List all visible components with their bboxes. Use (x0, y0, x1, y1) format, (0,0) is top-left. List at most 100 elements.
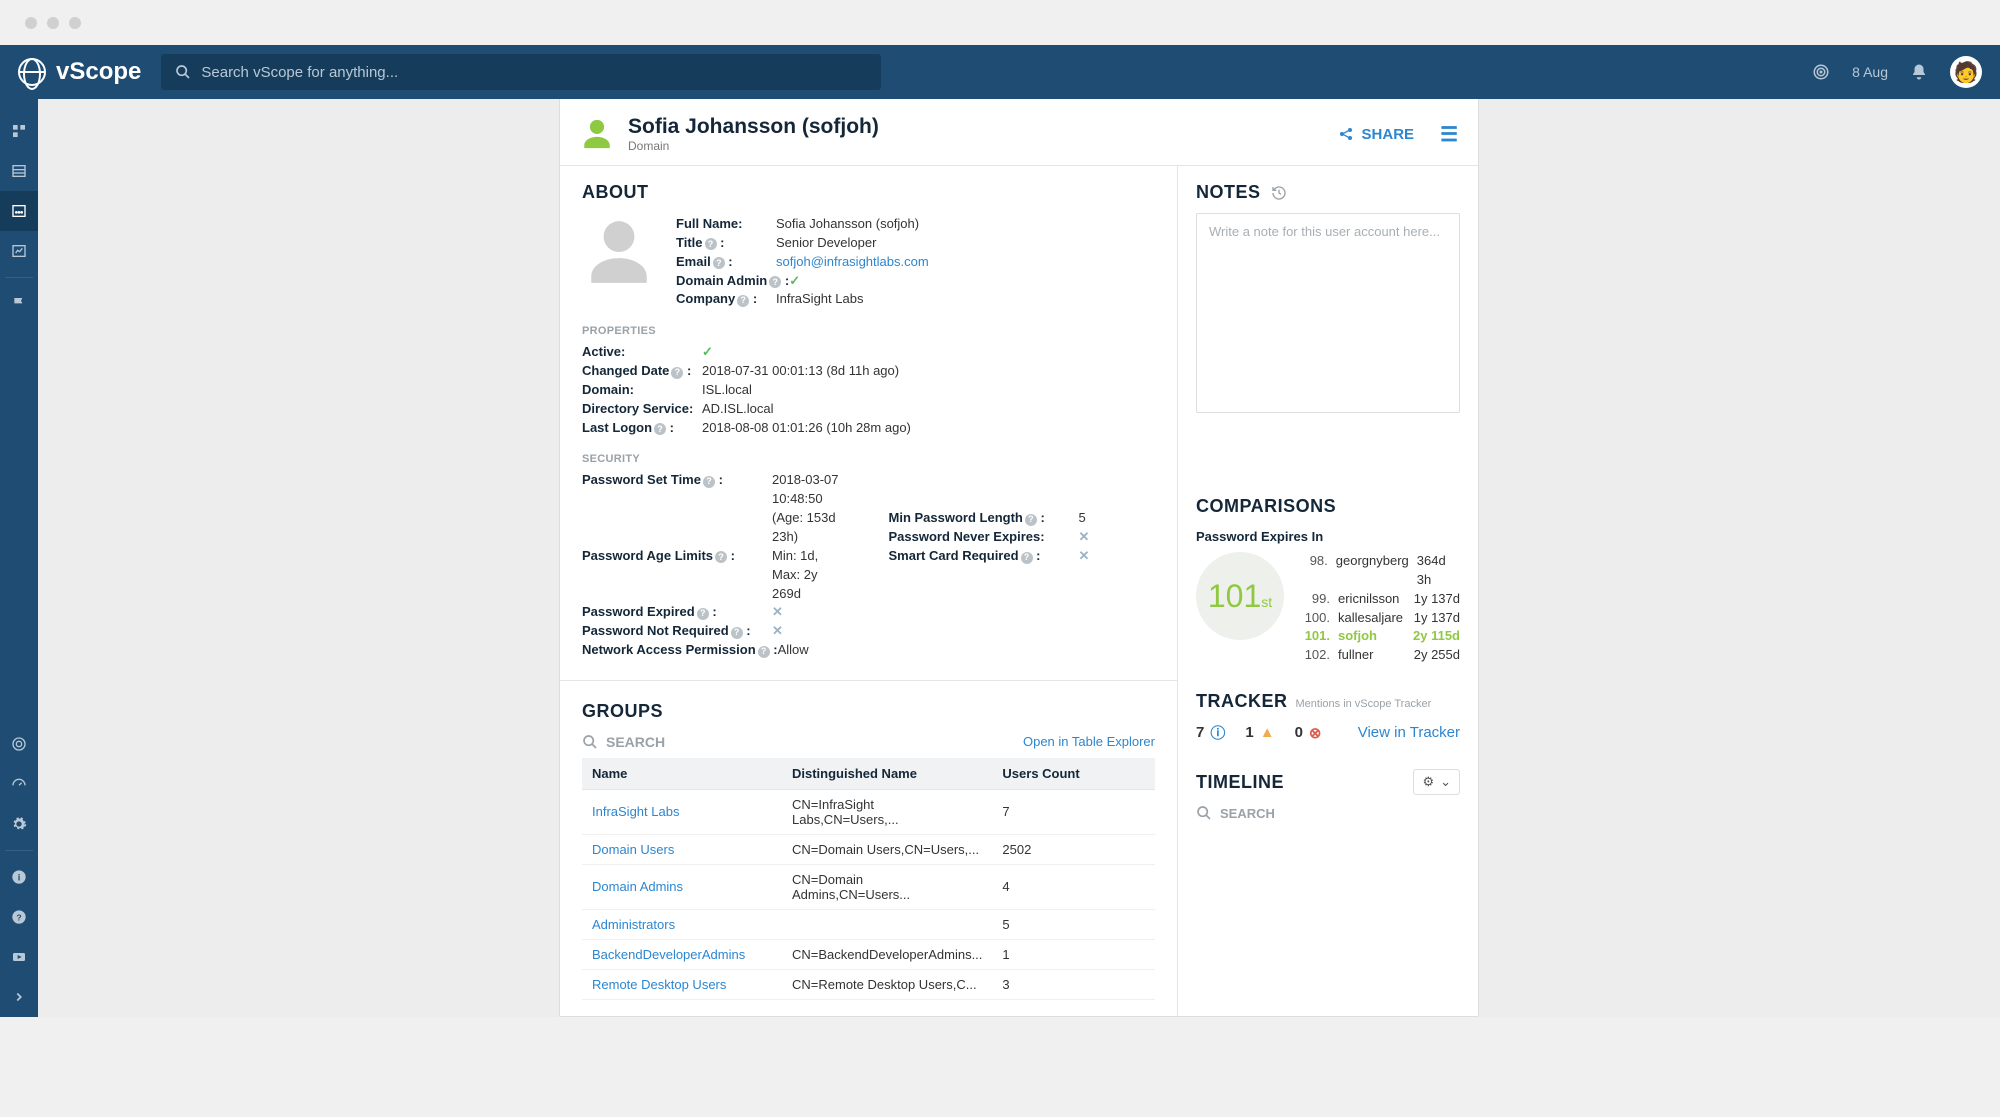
sidebar-reports[interactable] (0, 231, 38, 271)
topbar: vScope 8 Aug 🧑 (0, 45, 2000, 99)
page-title: Sofia Johansson (sofjoh) (628, 115, 879, 139)
sidebar-expand[interactable] (0, 977, 38, 1017)
properties-heading: PROPERTIES (582, 325, 1155, 337)
table-row: BackendDeveloperAdminsCN=BackendDevelope… (582, 939, 1155, 969)
traffic-light-min[interactable] (47, 17, 59, 29)
x-icon: ✕ (1079, 528, 1090, 547)
gear-icon: ⚙ (1422, 774, 1434, 790)
comparison-metric: Password Expires In (1196, 529, 1460, 544)
help-icon[interactable]: ? (671, 367, 683, 379)
comparisons-heading: COMPARISONS (1196, 496, 1460, 517)
table-row: Remote Desktop UsersCN=Remote Desktop Us… (582, 969, 1155, 999)
help-icon[interactable]: ? (697, 608, 709, 620)
timeline-search[interactable]: SEARCH (1220, 806, 1275, 821)
sidebar: i ? (0, 99, 38, 1017)
sidebar-current[interactable] (0, 191, 38, 231)
groups-heading: GROUPS (582, 701, 1155, 722)
help-icon[interactable]: ? (705, 238, 717, 250)
table-row: Domain AdminsCN=Domain Admins,CN=Users..… (582, 864, 1155, 909)
help-icon[interactable]: ? (713, 257, 725, 269)
tracker-subtitle: Mentions in vScope Tracker (1296, 698, 1432, 710)
warning-icon: ▲ (1260, 724, 1275, 741)
svg-text:?: ? (16, 912, 21, 922)
x-icon: ✕ (772, 603, 783, 622)
sidebar-info[interactable]: i (0, 857, 38, 897)
traffic-light-close[interactable] (25, 17, 37, 29)
timeline-heading: TIMELINE (1196, 772, 1284, 793)
notes-input[interactable] (1196, 213, 1460, 413)
share-icon (1338, 126, 1354, 142)
check-icon: ✓ (789, 272, 800, 291)
sidebar-flag[interactable] (0, 284, 38, 324)
group-link[interactable]: Administrators (592, 917, 675, 932)
email-link[interactable]: sofjoh@infrasightlabs.com (776, 254, 929, 269)
x-icon: ✕ (772, 622, 783, 641)
sidebar-gauge[interactable] (0, 764, 38, 804)
timeline-settings-button[interactable]: ⚙ ⌄ (1413, 769, 1460, 795)
error-icon: ⊗ (1309, 724, 1322, 742)
help-icon[interactable]: ? (731, 627, 743, 639)
user-icon (580, 117, 614, 151)
security-heading: SECURITY (582, 453, 1155, 465)
sidebar-video[interactable] (0, 937, 38, 977)
hamburger-menu-icon[interactable]: ☰ (1440, 122, 1458, 147)
history-icon[interactable] (1271, 185, 1287, 201)
group-link[interactable]: BackendDeveloperAdmins (592, 947, 745, 962)
help-icon[interactable]: ? (737, 295, 749, 307)
group-link[interactable]: Remote Desktop Users (592, 977, 726, 992)
bell-icon[interactable] (1910, 63, 1928, 81)
group-link[interactable]: Domain Users (592, 842, 674, 857)
view-tracker-link[interactable]: View in Tracker (1358, 724, 1460, 741)
notes-heading: NOTES (1196, 182, 1261, 203)
globe-icon (18, 58, 46, 86)
info-icon: ⓘ (1210, 722, 1225, 743)
table-row: Administrators5 (582, 909, 1155, 939)
help-icon[interactable]: ? (1021, 552, 1033, 564)
group-link[interactable]: Domain Admins (592, 879, 683, 894)
help-icon[interactable]: ? (769, 276, 781, 288)
sidebar-target[interactable] (0, 724, 38, 764)
date-label: 8 Aug (1852, 64, 1888, 80)
help-icon[interactable]: ? (703, 476, 715, 488)
rank-row[interactable]: 98.georgnyberg364d 3h (1302, 552, 1460, 590)
check-icon: ✓ (702, 343, 713, 362)
page-subtitle: Domain (628, 139, 879, 153)
chevron-down-icon: ⌄ (1440, 774, 1451, 790)
rank-row[interactable]: 102.fullner2y 255d (1302, 646, 1460, 665)
search-input[interactable] (201, 64, 867, 81)
app-name: vScope (56, 58, 141, 86)
sidebar-settings[interactable] (0, 804, 38, 844)
x-icon: ✕ (1079, 547, 1090, 566)
rank-badge: 101st (1196, 552, 1284, 640)
target-icon[interactable] (1812, 63, 1830, 81)
sidebar-help[interactable]: ? (0, 897, 38, 937)
table-row: Domain UsersCN=Domain Users,CN=Users,...… (582, 834, 1155, 864)
logo[interactable]: vScope (18, 58, 141, 86)
rank-row[interactable]: 101.sofjoh2y 115d (1302, 627, 1460, 646)
groups-search[interactable]: SEARCH (606, 734, 665, 750)
groups-table: Name Distinguished Name Users Count Infr… (582, 758, 1155, 1000)
share-button[interactable]: SHARE (1338, 126, 1415, 143)
help-icon[interactable]: ? (758, 646, 770, 658)
open-table-explorer-link[interactable]: Open in Table Explorer (1023, 734, 1155, 749)
global-search[interactable] (161, 54, 881, 90)
browser-chrome (0, 0, 2000, 45)
profile-avatar (582, 215, 656, 289)
table-row: InfraSight LabsCN=InfraSight Labs,CN=Use… (582, 789, 1155, 834)
about-heading: ABOUT (582, 182, 1155, 203)
user-avatar[interactable]: 🧑 (1950, 56, 1982, 88)
rank-row[interactable]: 99.ericnilsson1y 137d (1302, 590, 1460, 609)
tracker-heading: TRACKER (1196, 691, 1288, 712)
traffic-light-max[interactable] (69, 17, 81, 29)
sidebar-tables[interactable] (0, 151, 38, 191)
svg-text:i: i (18, 872, 21, 882)
help-icon[interactable]: ? (715, 551, 727, 563)
help-icon[interactable]: ? (654, 423, 666, 435)
search-icon (582, 734, 598, 750)
rank-row[interactable]: 100.kallesaljare1y 137d (1302, 609, 1460, 628)
search-icon (175, 64, 191, 80)
help-icon[interactable]: ? (1025, 514, 1037, 526)
sidebar-dashboard[interactable] (0, 111, 38, 151)
group-link[interactable]: InfraSight Labs (592, 804, 679, 819)
page-card: Sofia Johansson (sofjoh) Domain SHARE ☰ … (559, 99, 1479, 1017)
